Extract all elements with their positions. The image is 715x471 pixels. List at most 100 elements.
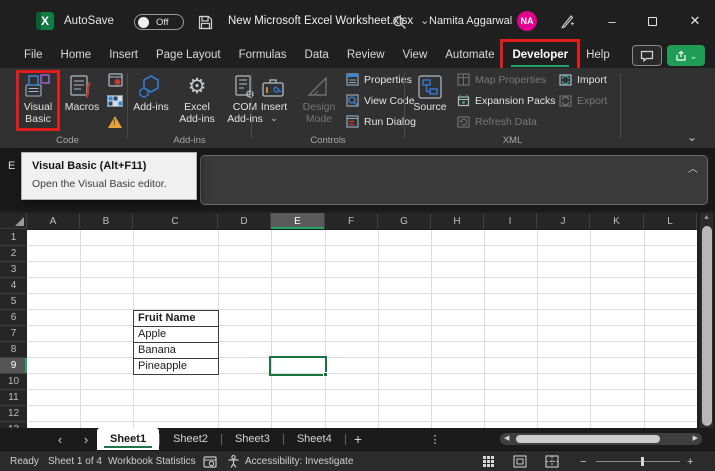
name-box[interactable]: E	[8, 160, 15, 172]
horizontal-scrollbar[interactable]: ◀ ▶	[500, 433, 702, 445]
refresh-data-button[interactable]: Refresh Data	[457, 113, 556, 130]
window-close-button[interactable]: ✕	[675, 0, 715, 42]
accessibility-status-button[interactable]: Accessibility: Investigate	[227, 451, 353, 471]
record-macro-button[interactable]	[106, 72, 124, 87]
zoom-slider-thumb[interactable]	[641, 457, 644, 466]
column-header-F[interactable]: F	[325, 213, 378, 229]
add-ins-button[interactable]: Add-ins	[132, 70, 170, 132]
ribbon-tab-data[interactable]: Data	[296, 42, 338, 68]
ribbon-tab-file[interactable]: File	[15, 42, 52, 68]
visual-basic-button[interactable]: Visual Basic	[18, 70, 58, 132]
zoom-out-button[interactable]: −	[580, 451, 586, 471]
sheet-tab-sheet1[interactable]: Sheet1	[97, 428, 160, 450]
ribbon-tab-page-layout[interactable]: Page Layout	[147, 42, 230, 68]
formula-bar-input[interactable]: ︿	[200, 155, 708, 205]
row-header-8[interactable]: 8	[0, 342, 27, 358]
formula-bar-collapse-chevron[interactable]: ︿	[688, 160, 698, 175]
sheet-nav-left-button[interactable]: ‹	[52, 428, 68, 450]
select-all-corner[interactable]	[0, 213, 27, 229]
collapse-ribbon-chevron[interactable]: ⌄	[687, 130, 697, 144]
macros-button[interactable]: Macros	[61, 70, 103, 132]
horizontal-scrollbar-thumb[interactable]	[516, 435, 660, 443]
ribbon-tab-help[interactable]: Help	[577, 42, 619, 68]
user-avatar[interactable]: NA	[517, 11, 537, 31]
zoom-slider-track[interactable]	[596, 461, 680, 462]
row-header-7[interactable]: 7	[0, 326, 27, 342]
sheet-tab-sheet2[interactable]: Sheet2	[160, 428, 221, 450]
cell-C9[interactable]: Pineapple	[133, 358, 219, 375]
column-header-L[interactable]: L	[644, 213, 697, 229]
macro-recording-status-button[interactable]	[203, 451, 217, 471]
row-header-1[interactable]: 1	[0, 230, 27, 246]
import-button[interactable]: Import	[559, 71, 607, 88]
row-header-10[interactable]: 10	[0, 374, 27, 390]
ribbon-tab-home[interactable]: Home	[52, 42, 101, 68]
view-code-button[interactable]: View Code	[346, 92, 416, 109]
sheet-tab-sheet4[interactable]: Sheet4	[284, 428, 345, 450]
save-button[interactable]	[196, 13, 214, 31]
scroll-left-icon[interactable]: ◀	[504, 434, 509, 442]
run-dialog-button[interactable]: Run Dialog	[346, 113, 416, 130]
ribbon-tab-view[interactable]: View	[394, 42, 437, 68]
properties-button[interactable]: Properties	[346, 71, 416, 88]
cell-C7[interactable]: Apple	[133, 326, 219, 343]
row-header-5[interactable]: 5	[0, 294, 27, 310]
row-header-6[interactable]: 6	[0, 310, 27, 326]
row-header-2[interactable]: 2	[0, 246, 27, 262]
source-button[interactable]: Source	[409, 70, 451, 132]
active-cell-E9[interactable]	[269, 356, 328, 377]
scroll-up-icon[interactable]: ▲	[700, 214, 713, 221]
user-name[interactable]: Namita Aggarwal	[429, 0, 512, 42]
design-mode-button[interactable]: Design Mode	[296, 70, 342, 132]
vertical-scrollbar-thumb[interactable]	[701, 226, 712, 426]
use-relative-references-button[interactable]	[106, 93, 124, 108]
insert-control-button[interactable]: Insert ⌄	[256, 70, 292, 132]
window-minimize-button[interactable]: –	[592, 0, 632, 42]
ribbon-tab-review[interactable]: Review	[338, 42, 394, 68]
editing-pen-button[interactable]	[557, 12, 577, 30]
column-header-I[interactable]: I	[484, 213, 537, 229]
export-button[interactable]: Export	[559, 92, 607, 109]
autosave-toggle[interactable]: Off	[134, 14, 184, 30]
row-header-9[interactable]: 9	[0, 358, 27, 374]
row-header-11[interactable]: 11	[0, 390, 27, 406]
ribbon-tab-insert[interactable]: Insert	[100, 42, 147, 68]
sheet-options-kebab-button[interactable]: ⋮	[428, 428, 442, 450]
column-header-D[interactable]: D	[218, 213, 271, 229]
new-sheet-button[interactable]: +	[348, 428, 368, 450]
vertical-scrollbar[interactable]: ▲	[700, 213, 713, 428]
excel-add-ins-button[interactable]: ⚙ Excel Add-ins	[174, 70, 220, 132]
column-header-G[interactable]: G	[378, 213, 431, 229]
row-header-4[interactable]: 4	[0, 278, 27, 294]
fill-handle[interactable]	[323, 372, 328, 377]
normal-view-button[interactable]	[478, 454, 498, 469]
column-header-B[interactable]: B	[80, 213, 133, 229]
page-break-preview-button[interactable]	[542, 454, 562, 469]
workbook-statistics-button[interactable]: Workbook Statistics	[108, 451, 196, 471]
page-layout-view-button[interactable]	[510, 454, 530, 469]
search-button[interactable]	[390, 13, 408, 31]
ribbon-tab-formulas[interactable]: Formulas	[230, 42, 296, 68]
cell-C8[interactable]: Banana	[133, 342, 219, 359]
row-header-3[interactable]: 3	[0, 262, 27, 278]
data-region[interactable]: Fruit Name Apple Banana Pineapple	[27, 230, 697, 428]
excel-logo-icon[interactable]: X	[36, 12, 54, 30]
zoom-in-button[interactable]: +	[687, 451, 693, 471]
column-header-A[interactable]: A	[27, 213, 80, 229]
sheet-nav-right-button[interactable]: ›	[78, 428, 94, 450]
comments-button[interactable]	[632, 45, 662, 66]
ribbon-tab-developer[interactable]: Developer	[500, 39, 581, 71]
row-header-12[interactable]: 12	[0, 406, 27, 422]
cell-C6[interactable]: Fruit Name	[133, 310, 219, 327]
column-header-J[interactable]: J	[537, 213, 590, 229]
column-header-C[interactable]: C	[133, 213, 218, 229]
expansion-packs-button[interactable]: Expansion Packs	[457, 92, 556, 109]
scroll-right-icon[interactable]: ▶	[693, 434, 698, 442]
ribbon-tab-automate[interactable]: Automate	[436, 42, 503, 68]
sheet-tab-sheet3[interactable]: Sheet3	[222, 428, 283, 450]
map-properties-button[interactable]: Map Properties	[457, 71, 556, 88]
column-header-E[interactable]: E	[271, 213, 325, 229]
column-header-K[interactable]: K	[590, 213, 644, 229]
share-button[interactable]: ⌄	[667, 45, 705, 66]
column-header-H[interactable]: H	[431, 213, 484, 229]
